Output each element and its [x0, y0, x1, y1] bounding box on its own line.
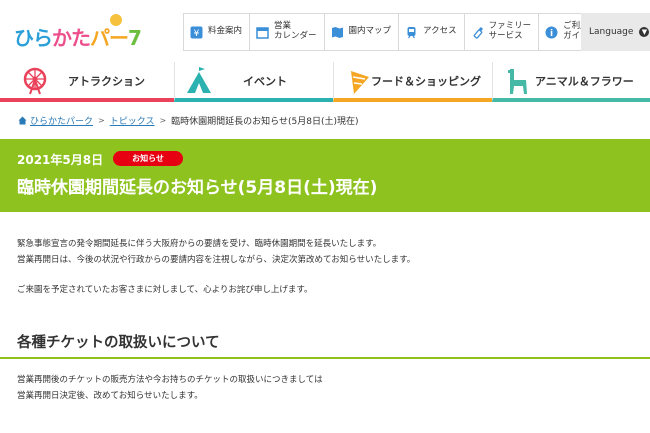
site-header: ひらかたパー7 ¥ 料金案内 営業 カレンダー 園内マップ アクセス ファミリー… — [0, 0, 650, 62]
train-icon — [405, 26, 418, 39]
logo-text: ひらかたパー7 — [14, 26, 142, 50]
arrow-down-icon: ▼ — [639, 27, 650, 37]
article-paragraph-2: ご来園を予定されていたお客さまに対しまして、心よりお詫び申し上げます。 — [17, 285, 313, 295]
section-heading-tickets: 各種チケットの取扱いについて — [17, 335, 220, 351]
language-selector[interactable]: Language ▼ — [581, 13, 650, 51]
svg-text:¥: ¥ — [194, 29, 200, 39]
util-map-link[interactable]: 園内マップ — [325, 14, 400, 50]
calendar-icon — [256, 26, 269, 39]
breadcrumb-topics-link[interactable]: トピックス — [110, 114, 155, 127]
baby-bottle-icon — [471, 26, 484, 39]
yen-icon: ¥ — [190, 26, 203, 39]
chevron-right-icon: > — [98, 115, 105, 125]
breadcrumb: ひらかたパーク > トピックス > 臨時休園期間延長のお知らせ(5月8日(土)現… — [18, 113, 358, 127]
util-access-link[interactable]: アクセス — [399, 14, 465, 50]
section-divider — [0, 357, 650, 359]
nav-attractions[interactable]: アトラクション — [0, 62, 174, 102]
tent-icon — [184, 66, 214, 96]
map-icon — [331, 26, 344, 39]
article-date: 2021年5月8日 — [17, 153, 104, 167]
util-calendar-link[interactable]: 営業 カレンダー — [250, 14, 325, 50]
nav-food-shopping[interactable]: フード＆ショッピング — [333, 62, 492, 102]
utility-nav: ¥ 料金案内 営業 カレンダー 園内マップ アクセス ファミリー サービス i … — [183, 13, 597, 51]
article-banner: 2021年5月8日 お知らせ 臨時休園期間延長のお知らせ(5月8日(土)現在) — [0, 139, 650, 212]
alpaca-icon — [502, 66, 532, 96]
util-family-link[interactable]: ファミリー サービス — [465, 14, 540, 50]
breadcrumb-home-link[interactable]: ひらかたパーク — [30, 114, 93, 127]
main-nav: アトラクション イベント フード＆ショッピング アニマル＆フラワー — [0, 62, 650, 102]
nav-animals-flowers[interactable]: アニマル＆フラワー — [492, 62, 650, 102]
svg-text:i: i — [550, 29, 553, 39]
home-icon — [18, 116, 27, 125]
category-badge: お知らせ — [113, 151, 183, 166]
breadcrumb-current: 臨時休園期間延長のお知らせ(5月8日(土)現在) — [171, 116, 359, 127]
chevron-right-icon: > — [159, 115, 167, 125]
nav-events[interactable]: イベント — [174, 62, 333, 102]
util-price-link[interactable]: ¥ 料金案内 — [184, 14, 251, 50]
article-paragraph-3: 営業再開後のチケットの販売方法や今お持ちのチケットの取扱いにつきましては 営業再… — [17, 375, 323, 401]
page-title: 臨時休園期間延長のお知らせ(5月8日(土)現在) — [17, 178, 378, 198]
info-icon: i — [545, 26, 558, 39]
site-logo[interactable]: ひらかたパー7 — [14, 14, 164, 50]
ferris-wheel-icon — [20, 66, 50, 96]
article-paragraph-1: 緊急事態宣言の発令期間延長に伴う大阪府からの要請を受け、臨時休園期間を延長いたし… — [17, 239, 416, 265]
